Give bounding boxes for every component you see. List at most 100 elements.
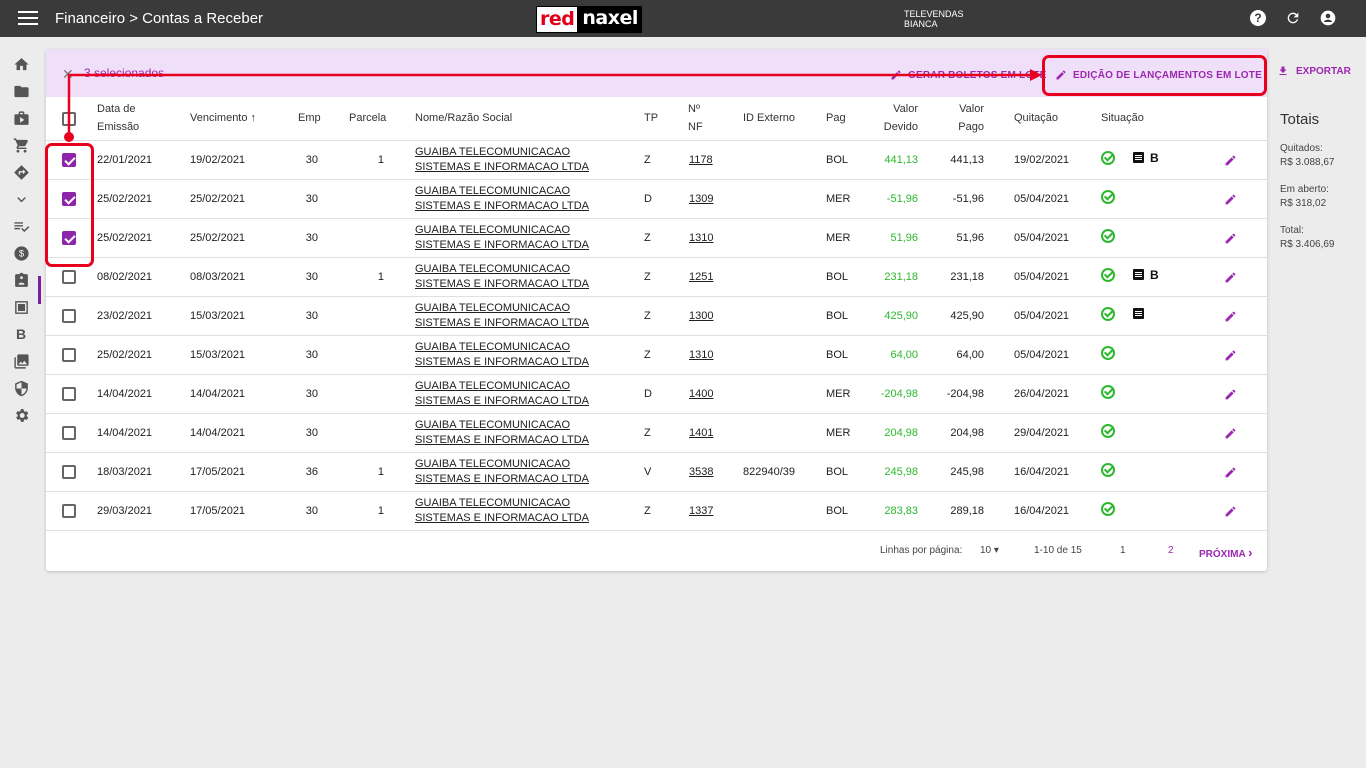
document-icon[interactable] <box>1133 269 1144 280</box>
cell-pag: MER <box>826 232 851 244</box>
home-icon[interactable] <box>12 55 30 73</box>
col-id-externo[interactable]: ID Externo <box>743 109 795 127</box>
row-checkbox[interactable] <box>62 426 76 440</box>
cell-nome-link[interactable]: GUAIBA TELECOMUNICACAO SISTEMAS E INFORM… <box>415 340 615 370</box>
next-page-button[interactable]: PRÓXIMA › <box>1199 545 1252 560</box>
refresh-icon[interactable] <box>1285 10 1301 26</box>
page-title: Financeiro > Contas a Receber <box>55 10 264 27</box>
edit-pencil-icon[interactable] <box>1224 232 1237 245</box>
table-row[interactable]: 18/03/2021 17/05/2021 36 1 GUAIBA TELECOMUNI… <box>46 453 1267 492</box>
edit-pencil-icon[interactable] <box>1224 349 1237 362</box>
help-icon[interactable]: ? <box>1250 10 1266 26</box>
cell-nf-link[interactable]: 1178 <box>689 154 713 166</box>
row-checkbox[interactable] <box>62 504 76 518</box>
cell-nome-link[interactable]: GUAIBA TELECOMUNICACAO SISTEMAS E INFORM… <box>415 145 615 175</box>
cell-nome-link[interactable]: GUAIBA TELECOMUNICACAO SISTEMAS E INFORM… <box>415 301 615 331</box>
product-box-icon[interactable] <box>12 109 30 127</box>
col-pag[interactable]: Pag <box>826 109 846 127</box>
cell-quitacao: 05/04/2021 <box>1014 310 1070 322</box>
boleto-b-badge[interactable]: B <box>1150 268 1159 282</box>
cell-valor-devido: -51,96 <box>886 193 918 205</box>
document-icon[interactable] <box>1133 152 1144 163</box>
quitados-label: Quitados: <box>1280 143 1323 154</box>
cart-icon[interactable] <box>12 136 30 154</box>
menu-icon[interactable] <box>18 11 38 27</box>
select-all-checkbox[interactable] <box>62 112 76 126</box>
edit-pencil-icon[interactable] <box>1224 193 1237 206</box>
table-row[interactable]: 25/02/2021 15/03/2021 30 GUAIBA TELECOMUNIC… <box>46 336 1267 375</box>
cell-nf-link[interactable]: 1337 <box>689 505 713 517</box>
cell-nome-link[interactable]: GUAIBA TELECOMUNICACAO SISTEMAS E INFORM… <box>415 262 615 292</box>
col-valor-devido[interactable]: Valor Devido <box>876 100 918 136</box>
cell-nf-link[interactable]: 1251 <box>689 271 713 283</box>
rows-per-page-select[interactable]: 10 ▾ <box>980 545 999 556</box>
table-row[interactable]: 29/03/2021 17/05/2021 30 1 GUAIBA TELECOMUNI… <box>46 492 1267 531</box>
cell-nome-link[interactable]: GUAIBA TELECOMUNICACAO SISTEMAS E INFORM… <box>415 496 615 526</box>
cell-nf-link[interactable]: 1400 <box>689 388 713 400</box>
row-checkbox[interactable] <box>62 270 76 284</box>
edit-pencil-icon[interactable] <box>1224 466 1237 479</box>
cell-nf-link[interactable]: 3538 <box>689 466 713 478</box>
col-nf[interactable]: Nº NF <box>688 100 703 136</box>
cell-nf-link[interactable]: 1310 <box>689 232 713 244</box>
table-row[interactable]: 14/04/2021 14/04/2021 30 GUAIBA TELECOMUNIC… <box>46 375 1267 414</box>
playlist-check-icon[interactable] <box>12 217 30 235</box>
document-icon[interactable] <box>1133 308 1144 319</box>
cell-nome-link[interactable]: GUAIBA TELECOMUNICACAO SISTEMAS E INFORM… <box>415 223 615 253</box>
col-vencimento[interactable]: Vencimento ↑ <box>190 109 256 127</box>
col-emissao[interactable]: Data de Emissão <box>97 100 139 136</box>
account-circle-icon[interactable] <box>1320 10 1336 26</box>
row-checkbox[interactable] <box>62 465 76 479</box>
row-checkbox[interactable] <box>62 309 76 323</box>
cell-nf-link[interactable]: 1401 <box>689 427 713 439</box>
col-tp[interactable]: TP <box>644 109 658 127</box>
table-row[interactable]: 22/01/2021 19/02/2021 30 1 GUAIBA TELECOMUNI… <box>46 141 1267 180</box>
cell-nome-link[interactable]: GUAIBA TELECOMUNICACAO SISTEMAS E INFORM… <box>415 184 615 214</box>
table-row[interactable]: 14/04/2021 14/04/2021 30 GUAIBA TELECOMUNIC… <box>46 414 1267 453</box>
edit-pencil-icon[interactable] <box>1224 271 1237 284</box>
col-valor-pago[interactable]: Valor Pago <box>942 100 984 136</box>
cell-valor-devido: 204,98 <box>884 427 918 439</box>
table-row[interactable]: 23/02/2021 15/03/2021 30 GUAIBA TELECOMUNIC… <box>46 297 1267 336</box>
cell-nome-link[interactable]: GUAIBA TELECOMUNICACAO SISTEMAS E INFORM… <box>415 418 615 448</box>
folder-icon[interactable] <box>12 82 30 100</box>
export-button[interactable]: EXPORTAR <box>1277 65 1351 77</box>
cell-nome-link[interactable]: GUAIBA TELECOMUNICACAO SISTEMAS E INFORM… <box>415 379 615 409</box>
row-checkbox[interactable] <box>62 348 76 362</box>
gallery-icon[interactable] <box>12 352 30 370</box>
cell-vencimento: 19/02/2021 <box>190 154 246 166</box>
cell-nome-link[interactable]: GUAIBA TELECOMUNICACAO SISTEMAS E INFORM… <box>415 457 615 487</box>
table-row[interactable]: 25/02/2021 25/02/2021 30 GUAIBA TELECOMUNIC… <box>46 219 1267 258</box>
col-nome[interactable]: Nome/Razão Social <box>415 109 512 127</box>
edit-pencil-icon[interactable] <box>1224 505 1237 518</box>
cell-nf-link[interactable]: 1310 <box>689 349 713 361</box>
page-2-button[interactable]: 2 <box>1168 545 1174 556</box>
row-checkbox[interactable] <box>62 387 76 401</box>
cell-nf-link[interactable]: 1309 <box>689 193 713 205</box>
page-1-button[interactable]: 1 <box>1120 545 1126 556</box>
badge-icon[interactable] <box>12 271 30 289</box>
frame-icon[interactable] <box>12 298 30 316</box>
boleto-b-icon[interactable]: B <box>12 325 30 343</box>
boleto-b-badge[interactable]: B <box>1150 151 1159 165</box>
table-row[interactable]: 08/02/2021 08/03/2021 30 1 GUAIBA TELECOMUNI… <box>46 258 1267 297</box>
table-row[interactable]: 25/02/2021 25/02/2021 30 GUAIBA TELECOMUNIC… <box>46 180 1267 219</box>
generate-boletos-batch-button[interactable]: GERAR BOLETOS EM LOTE <box>890 69 1046 81</box>
col-emp[interactable]: Emp <box>298 109 321 127</box>
aberto-value: R$ 318,02 <box>1280 198 1327 209</box>
money-icon[interactable]: $ <box>12 244 30 262</box>
directions-icon[interactable] <box>12 163 30 181</box>
col-quitacao[interactable]: Quitação <box>1014 109 1058 127</box>
settings-gear-icon[interactable] <box>12 406 30 424</box>
cell-nf-link[interactable]: 1300 <box>689 310 713 322</box>
clear-selection-close-icon[interactable]: ✕ <box>62 66 74 83</box>
status-paid-check-icon <box>1101 229 1115 243</box>
edit-pencil-icon[interactable] <box>1224 427 1237 440</box>
col-parcela[interactable]: Parcela <box>349 109 386 127</box>
security-shield-icon[interactable] <box>12 379 30 397</box>
chevron-down-icon[interactable] <box>12 190 30 208</box>
col-situacao[interactable]: Situação <box>1101 109 1144 127</box>
edit-pencil-icon[interactable] <box>1224 310 1237 323</box>
edit-pencil-icon[interactable] <box>1224 154 1237 167</box>
edit-pencil-icon[interactable] <box>1224 388 1237 401</box>
